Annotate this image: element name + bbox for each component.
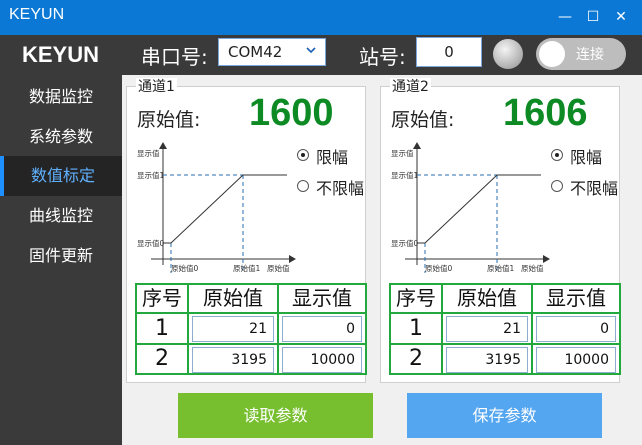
diagram-y-axis-label: 显示值 [137, 148, 160, 158]
table-header-display: 显示值 [292, 286, 352, 310]
display-value-input[interactable]: 10000 [282, 347, 362, 373]
sidebar: 数据监控 系统参数 数值标定 曲线监控 固件更新 [0, 75, 122, 445]
connection-status-led-icon [493, 39, 523, 69]
maximize-icon[interactable]: ☐ [582, 6, 604, 28]
calibration-table: 序号 原始值 显示值 1 21 0 2 3195 10000 [389, 283, 621, 375]
diagram-y-tick-top: 显示值1 [391, 170, 418, 180]
connect-label: 连接 [576, 47, 604, 63]
table-header-display: 显示值 [546, 286, 606, 310]
calibration-diagram: 显示值 显示值1 显示值0 原始值0 原始值1 原始值 [137, 142, 296, 273]
minimize-icon[interactable]: — [554, 6, 576, 28]
diagram-x-tick-right: 原始值1 [487, 263, 514, 273]
channel-title: 通道1 [136, 78, 177, 96]
table-header-index: 序号 [396, 286, 436, 310]
station-label: 站号: [359, 45, 406, 69]
chevron-down-icon [306, 47, 316, 54]
station-input[interactable]: 0 [416, 37, 482, 67]
raw-value: 1606 [503, 92, 588, 134]
diagram-y-tick-bottom: 显示值0 [137, 238, 164, 248]
port-select[interactable]: COM42 [218, 38, 326, 66]
title-bar: KEYUN — ☐ ✕ [0, 0, 642, 35]
sidebar-item-data-monitor[interactable]: 数据监控 [0, 77, 122, 117]
raw-value-label: 原始值: [391, 109, 455, 131]
diagram-y-axis-label: 显示值 [391, 148, 414, 158]
diagram-y-tick-bottom: 显示值0 [391, 238, 418, 248]
port-label: 串口号: [141, 45, 208, 69]
channel-title: 通道2 [390, 78, 431, 96]
display-value-input[interactable]: 0 [282, 316, 362, 342]
radio-unchecked-icon [551, 180, 563, 192]
channel-panel: 通道1 原始值: 1600 显示值 显示值1 显示值0 原始值0 原始值1 原始… [126, 78, 367, 383]
raw-value-input[interactable]: 3195 [192, 347, 274, 373]
save-params-button[interactable]: 保存参数 [407, 393, 602, 438]
window-title: KEYUN [9, 6, 65, 23]
table-header-raw: 原始值 [457, 286, 517, 310]
radio-checked-icon [551, 149, 563, 161]
raw-value-label: 原始值: [137, 109, 201, 131]
diagram-y-tick-top: 显示值1 [137, 170, 164, 180]
raw-value: 1600 [249, 92, 334, 134]
header-toolbar: KEYUN 串口号: COM42 站号: 0 连接 [0, 35, 642, 75]
table-row-index: 1 [409, 316, 423, 341]
table-row-index: 1 [155, 316, 169, 341]
calibration-table: 序号 原始值 显示值 1 21 0 2 3195 10000 [135, 283, 367, 375]
calibration-diagram: 显示值 显示值1 显示值0 原始值0 原始值1 原始值 [391, 142, 550, 273]
sidebar-item-system-params[interactable]: 系统参数 [0, 117, 122, 157]
sidebar-item-curve-monitor[interactable]: 曲线监控 [0, 196, 122, 236]
table-header-raw: 原始值 [203, 286, 263, 310]
close-icon[interactable]: ✕ [610, 6, 632, 28]
sidebar-item-calibration[interactable]: 数值标定 [0, 156, 122, 196]
display-value-input[interactable]: 0 [536, 316, 616, 342]
diagram-x-axis-label: 原始值 [521, 263, 544, 273]
raw-value-input[interactable]: 3195 [446, 347, 528, 373]
table-header-index: 序号 [142, 286, 182, 310]
radio-unchecked-icon [297, 180, 309, 192]
sidebar-item-firmware-update[interactable]: 固件更新 [0, 236, 122, 276]
toggle-knob [539, 41, 565, 67]
display-value-input[interactable]: 10000 [536, 347, 616, 373]
table-row-index: 2 [155, 346, 169, 371]
radio-checked-icon [297, 149, 309, 161]
raw-value-input[interactable]: 21 [192, 316, 274, 342]
diagram-x-axis-label: 原始值 [267, 263, 290, 273]
raw-value-input[interactable]: 21 [446, 316, 528, 342]
connect-toggle[interactable]: 连接 [536, 38, 626, 70]
diagram-x-tick-left: 原始值0 [425, 263, 452, 273]
port-value: COM42 [228, 43, 283, 61]
diagram-x-tick-right: 原始值1 [233, 263, 260, 273]
diagram-x-tick-left: 原始值0 [171, 263, 198, 273]
app-logo: KEYUN [22, 42, 100, 67]
channel-panel: 通道2 原始值: 1606 显示值 显示值1 显示值0 原始值0 原始值1 原始… [380, 78, 621, 383]
table-row-index: 2 [409, 346, 423, 371]
read-params-button[interactable]: 读取参数 [178, 393, 373, 438]
